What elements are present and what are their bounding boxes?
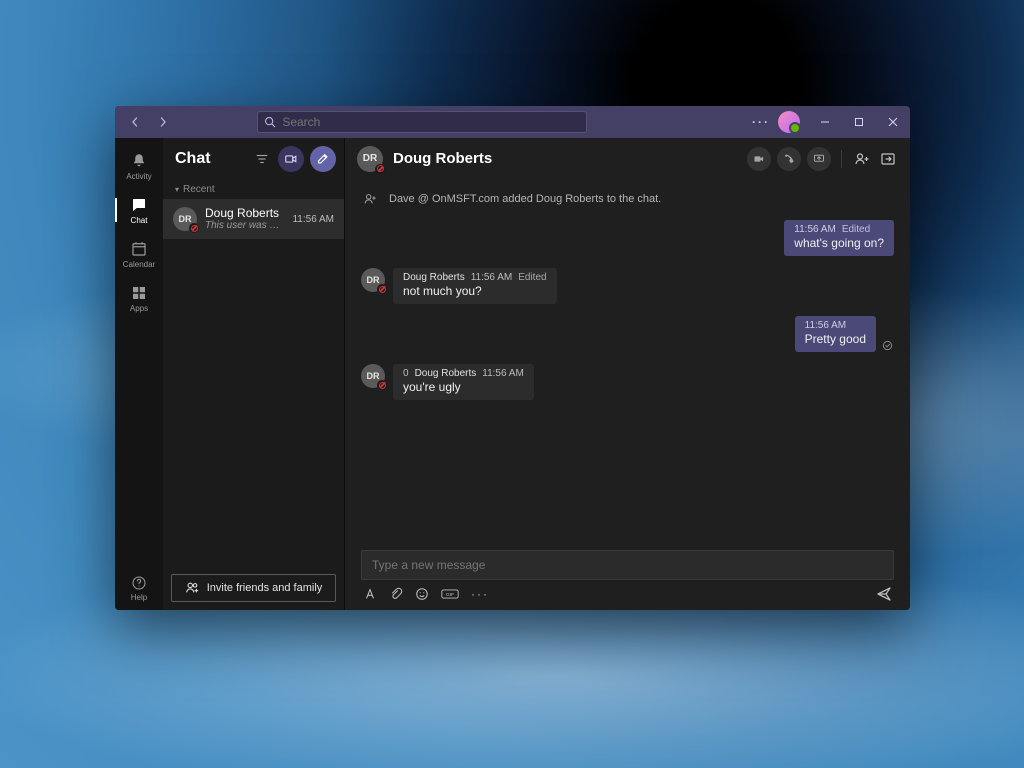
system-message-text: Dave @ OnMSFT.com added Doug Roberts to … bbox=[389, 193, 661, 205]
open-pane-button[interactable] bbox=[878, 149, 898, 169]
audio-call-button[interactable] bbox=[777, 147, 801, 171]
teams-window: ··· Activity Ch bbox=[115, 106, 910, 610]
screen-share-button[interactable] bbox=[807, 147, 831, 171]
conversation-title: Doug Roberts bbox=[393, 150, 737, 167]
help-icon bbox=[131, 575, 147, 591]
recent-label: Recent bbox=[183, 184, 215, 195]
system-message: Dave @ OnMSFT.com added Doug Roberts to … bbox=[361, 190, 894, 208]
meet-now-button[interactable] bbox=[278, 146, 304, 172]
send-button[interactable] bbox=[876, 586, 892, 602]
conversation-pane: DR Doug Roberts bbox=[345, 138, 910, 610]
video-call-button[interactable] bbox=[747, 147, 771, 171]
more-compose-button[interactable]: ··· bbox=[471, 587, 489, 601]
message-row: DR 0 Doug Roberts 11:56 AM you're ugly bbox=[361, 364, 894, 400]
new-chat-button[interactable] bbox=[310, 146, 336, 172]
message-time: 11:56 AM bbox=[805, 320, 847, 331]
message-bubble-out[interactable]: 11:56 AM Pretty good bbox=[795, 316, 876, 352]
invite-button[interactable]: Invite friends and family bbox=[171, 574, 336, 602]
chat-list-item[interactable]: DR Doug Roberts This user was blocked 11… bbox=[163, 199, 344, 239]
composer: GIF ··· bbox=[345, 544, 910, 610]
rail-calendar[interactable]: Calendar bbox=[115, 232, 163, 276]
contact-name: Doug Roberts bbox=[205, 206, 284, 220]
header-avatar-initials: DR bbox=[363, 153, 377, 164]
message-row: 11:56 AM Edited what's going on? bbox=[361, 220, 894, 256]
apps-icon bbox=[130, 284, 148, 302]
chat-list-header: Chat bbox=[163, 138, 344, 180]
blocked-badge-icon bbox=[189, 223, 199, 233]
message-sender: Doug Roberts bbox=[415, 368, 477, 379]
avatar-initials: DR bbox=[367, 275, 380, 285]
message-bubble-in[interactable]: 0 Doug Roberts 11:56 AM you're ugly bbox=[393, 364, 534, 400]
window-minimize-button[interactable] bbox=[808, 106, 842, 138]
message-preview: This user was blocked bbox=[205, 220, 284, 232]
chevron-down-icon: ▾ bbox=[175, 185, 179, 194]
blocked-badge-icon bbox=[377, 284, 387, 294]
person-add-icon bbox=[361, 190, 379, 208]
titlebar: ··· bbox=[115, 106, 910, 138]
app-rail: Activity Chat Calendar Apps Help bbox=[115, 138, 163, 610]
message-input[interactable] bbox=[361, 550, 894, 580]
add-people-button[interactable] bbox=[852, 149, 872, 169]
avatar-initials: DR bbox=[367, 371, 380, 381]
messages-area: Dave @ OnMSFT.com added Doug Roberts to … bbox=[345, 180, 910, 544]
edited-label: Edited bbox=[842, 224, 870, 235]
message-row: DR Doug Roberts 11:56 AM Edited not much… bbox=[361, 268, 894, 304]
header-avatar: DR bbox=[357, 146, 383, 172]
message-time: 11:56 AM bbox=[794, 224, 836, 235]
contact-avatar: DR bbox=[173, 207, 197, 231]
message-time: 11:56 AM bbox=[482, 368, 524, 379]
divider bbox=[841, 150, 842, 168]
window-close-button[interactable] bbox=[876, 106, 910, 138]
gif-button[interactable]: GIF bbox=[441, 588, 459, 600]
rail-apps-label: Apps bbox=[130, 304, 148, 313]
rail-activity[interactable]: Activity bbox=[115, 144, 163, 188]
message-text: Pretty good bbox=[805, 332, 866, 346]
rail-chat-label: Chat bbox=[131, 216, 148, 225]
message-text: what's going on? bbox=[794, 236, 884, 250]
conversation-header: DR Doug Roberts bbox=[345, 138, 910, 180]
invite-label: Invite friends and family bbox=[207, 582, 323, 594]
rail-help[interactable]: Help bbox=[115, 566, 163, 610]
attach-button[interactable] bbox=[389, 587, 403, 601]
format-button[interactable] bbox=[363, 587, 377, 601]
message-row: 11:56 AM Pretty good bbox=[361, 316, 894, 352]
read-receipt-icon bbox=[882, 340, 894, 352]
bell-icon bbox=[130, 152, 148, 170]
window-maximize-button[interactable] bbox=[842, 106, 876, 138]
svg-text:GIF: GIF bbox=[446, 592, 454, 598]
rail-calendar-label: Calendar bbox=[123, 260, 155, 269]
rail-chat[interactable]: Chat bbox=[115, 188, 163, 232]
filter-button[interactable] bbox=[252, 146, 272, 172]
rail-help-label: Help bbox=[131, 593, 147, 602]
search-icon bbox=[264, 116, 276, 128]
rail-activity-label: Activity bbox=[126, 172, 151, 181]
message-time: 11:56 AM bbox=[471, 272, 513, 283]
emoji-button[interactable] bbox=[415, 587, 429, 601]
message-avatar: DR bbox=[361, 364, 385, 388]
message-text: you're ugly bbox=[403, 380, 524, 394]
message-text: not much you? bbox=[403, 284, 547, 298]
avatar-initials: DR bbox=[179, 214, 192, 224]
message-bubble-in[interactable]: Doug Roberts 11:56 AM Edited not much yo… bbox=[393, 268, 557, 304]
message-bubble-out[interactable]: 11:56 AM Edited what's going on? bbox=[784, 220, 894, 256]
edited-label: Edited bbox=[518, 272, 546, 283]
search-input[interactable] bbox=[282, 115, 580, 129]
search-box[interactable] bbox=[257, 111, 587, 133]
nav-back-button[interactable] bbox=[123, 110, 147, 134]
message-sender: Doug Roberts bbox=[403, 272, 465, 283]
profile-avatar[interactable] bbox=[778, 111, 800, 133]
nav-forward-button[interactable] bbox=[151, 110, 175, 134]
message-avatar: DR bbox=[361, 268, 385, 292]
message-time: 11:56 AM bbox=[292, 214, 334, 225]
chat-icon bbox=[130, 196, 148, 214]
blocked-badge-icon bbox=[375, 164, 385, 174]
chat-list-title: Chat bbox=[175, 150, 246, 168]
calendar-icon bbox=[130, 240, 148, 258]
people-add-icon bbox=[185, 581, 199, 595]
chat-list-pane: Chat ▾ Recent DR bbox=[163, 138, 345, 610]
blocked-badge-icon bbox=[377, 380, 387, 390]
settings-more-button[interactable]: ··· bbox=[752, 115, 770, 129]
recent-section[interactable]: ▾ Recent bbox=[163, 180, 344, 199]
rail-apps[interactable]: Apps bbox=[115, 276, 163, 320]
